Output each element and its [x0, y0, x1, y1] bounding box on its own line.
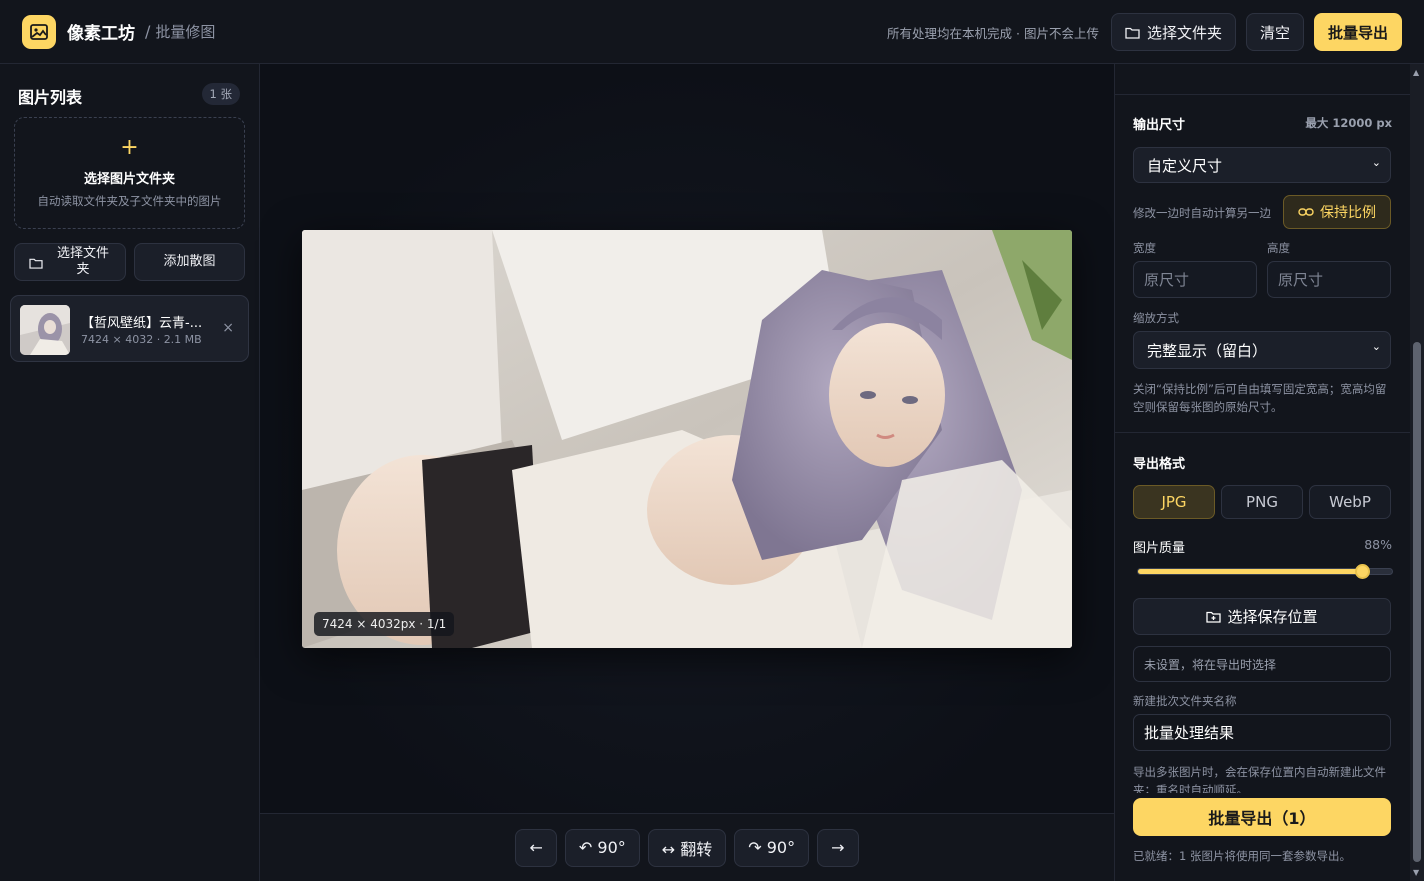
choose-save-location-button[interactable]: 选择保存位置	[1133, 598, 1391, 635]
breadcrumb-separator: /	[145, 22, 151, 41]
add-files-button[interactable]: 添加散图	[134, 243, 245, 281]
file-meta: 7424 × 4032 · 2.1 MB	[81, 333, 202, 346]
scale-mode-label: 缩放方式	[1133, 311, 1179, 325]
max-size-note: 最大 12000 px	[1305, 116, 1392, 130]
output-size-title: 输出尺寸	[1133, 118, 1186, 133]
settings-panel: 输出尺寸 最大 12000 px 自定义尺寸 ⌄ 修改一边时自动计算另一边 保持…	[1114, 64, 1411, 881]
height-label: 高度	[1267, 241, 1290, 255]
quality-slider-fill	[1138, 569, 1362, 574]
folder-icon	[1125, 27, 1140, 39]
keep-ratio-label: 保持比例	[1320, 205, 1376, 221]
folder-plus-icon	[1206, 611, 1222, 623]
flip-button[interactable]: ↔ 翻转	[647, 828, 727, 867]
panel-scrollbar[interactable]: ▲ ▼	[1410, 64, 1424, 881]
file-name: 【哲风壁纸】云青-...	[81, 316, 203, 331]
privacy-note: 所有处理均在本机完成 · 图片不会上传	[887, 25, 1099, 41]
sidebar-choose-folder-label: 选择文件夹	[56, 246, 109, 277]
width-label: 宽度	[1133, 241, 1156, 255]
app-logo-icon	[22, 14, 56, 49]
remove-file-icon[interactable]: ×	[222, 320, 234, 336]
height-input[interactable]: 原尺寸	[1267, 261, 1391, 298]
format-jpg-button[interactable]: JPG	[1133, 485, 1215, 519]
next-image-button[interactable]: →	[817, 828, 859, 867]
ratio-hint: 修改一边时自动计算另一边	[1133, 206, 1271, 220]
ready-status: 已就绪：1 张图片将使用同一套参数导出。	[1133, 849, 1351, 863]
image-size-tag: 7424 × 4032px · 1/1	[314, 612, 455, 636]
quality-slider-handle[interactable]	[1354, 564, 1370, 579]
image-preview: 7424 × 4032px · 1/1	[302, 230, 1072, 648]
image-thumbnail	[20, 305, 70, 355]
choose-folder-label: 选择文件夹	[1146, 23, 1222, 42]
scrollbar-thumb[interactable]	[1413, 342, 1421, 862]
clear-button[interactable]: 清空	[1245, 13, 1304, 51]
batch-folder-hint: 导出多张图片时，会在保存位置内自动新建此文件夹；重名时自动顺延。	[1133, 765, 1386, 793]
app-title: 像素工坊	[67, 24, 135, 44]
scroll-up-icon[interactable]: ▲	[1413, 68, 1419, 77]
top-bar: 像素工坊 / 批量修图 所有处理均在本机完成 · 图片不会上传 选择文件夹 清空…	[0, 0, 1424, 64]
batch-export-submit-button[interactable]: 批量导出（1）	[1133, 798, 1391, 836]
batch-folder-label: 新建批次文件夹名称	[1133, 694, 1237, 708]
plus-icon: +	[120, 135, 139, 160]
batch-folder-input[interactable]: 批量处理结果	[1133, 714, 1391, 751]
divider	[1115, 94, 1411, 95]
breadcrumb: 批量修图	[155, 23, 216, 41]
keep-ratio-toggle[interactable]: 保持比例	[1283, 195, 1391, 229]
folder-dropzone[interactable]: + 选择图片文件夹 自动读取文件夹及子文件夹中的图片	[14, 117, 245, 229]
prev-image-button[interactable]: ←	[515, 828, 557, 867]
scale-hint: 关闭“保持比例”后可自由填写固定宽高；宽高均留空则保留每张图的原始尺寸。	[1133, 382, 1387, 414]
save-location-label: 选择保存位置	[1227, 608, 1318, 626]
list-item[interactable]: 【哲风壁纸】云青-... 7424 × 4032 · 2.1 MB ×	[10, 295, 249, 362]
scale-mode-value: 完整显示（留白）	[1147, 341, 1268, 360]
image-count-badge: 1 张	[201, 83, 240, 105]
quality-label: 图片质量	[1133, 541, 1186, 556]
preview-toolbar: ← ↶ 90° ↔ 翻转 ↷ 90° →	[260, 813, 1114, 881]
folder-icon	[29, 258, 43, 269]
image-list-sidebar: 图片列表 1 张 + 选择图片文件夹 自动读取文件夹及子文件夹中的图片 选择文件…	[0, 64, 260, 881]
sidebar-title: 图片列表	[18, 88, 83, 107]
scale-mode-select[interactable]: 完整显示（留白） ⌄	[1133, 331, 1391, 369]
format-png-button[interactable]: PNG	[1221, 485, 1303, 519]
chevron-down-icon: ⌄	[1371, 156, 1381, 169]
export-format-title: 导出格式	[1133, 457, 1186, 472]
quality-value: 88%	[1364, 537, 1392, 552]
rotate-right-button[interactable]: ↷ 90°	[734, 828, 810, 867]
width-input[interactable]: 原尺寸	[1133, 261, 1257, 298]
sidebar-choose-folder-button[interactable]: 选择文件夹	[14, 243, 126, 281]
scroll-down-icon[interactable]: ▼	[1413, 868, 1419, 877]
dropzone-subtitle: 自动读取文件夹及子文件夹中的图片	[37, 194, 222, 208]
quality-slider[interactable]	[1137, 564, 1393, 579]
size-mode-value: 自定义尺寸	[1147, 156, 1223, 175]
divider	[1115, 432, 1411, 433]
batch-export-button[interactable]: 批量导出	[1313, 13, 1402, 51]
choose-folder-button[interactable]: 选择文件夹	[1110, 13, 1236, 51]
preview-image	[302, 230, 1072, 648]
format-webp-button[interactable]: WebP	[1309, 485, 1391, 519]
size-mode-select[interactable]: 自定义尺寸 ⌄	[1133, 147, 1391, 183]
rotate-left-button[interactable]: ↶ 90°	[564, 828, 640, 867]
link-icon	[1298, 208, 1314, 216]
chevron-down-icon: ⌄	[1371, 340, 1381, 353]
dropzone-title: 选择图片文件夹	[83, 172, 175, 187]
preview-area: 7424 × 4032px · 1/1 ← ↶ 90° ↔ 翻转 ↷ 90° →	[260, 64, 1114, 881]
save-location-field: 未设置，将在导出时选择	[1133, 646, 1391, 682]
